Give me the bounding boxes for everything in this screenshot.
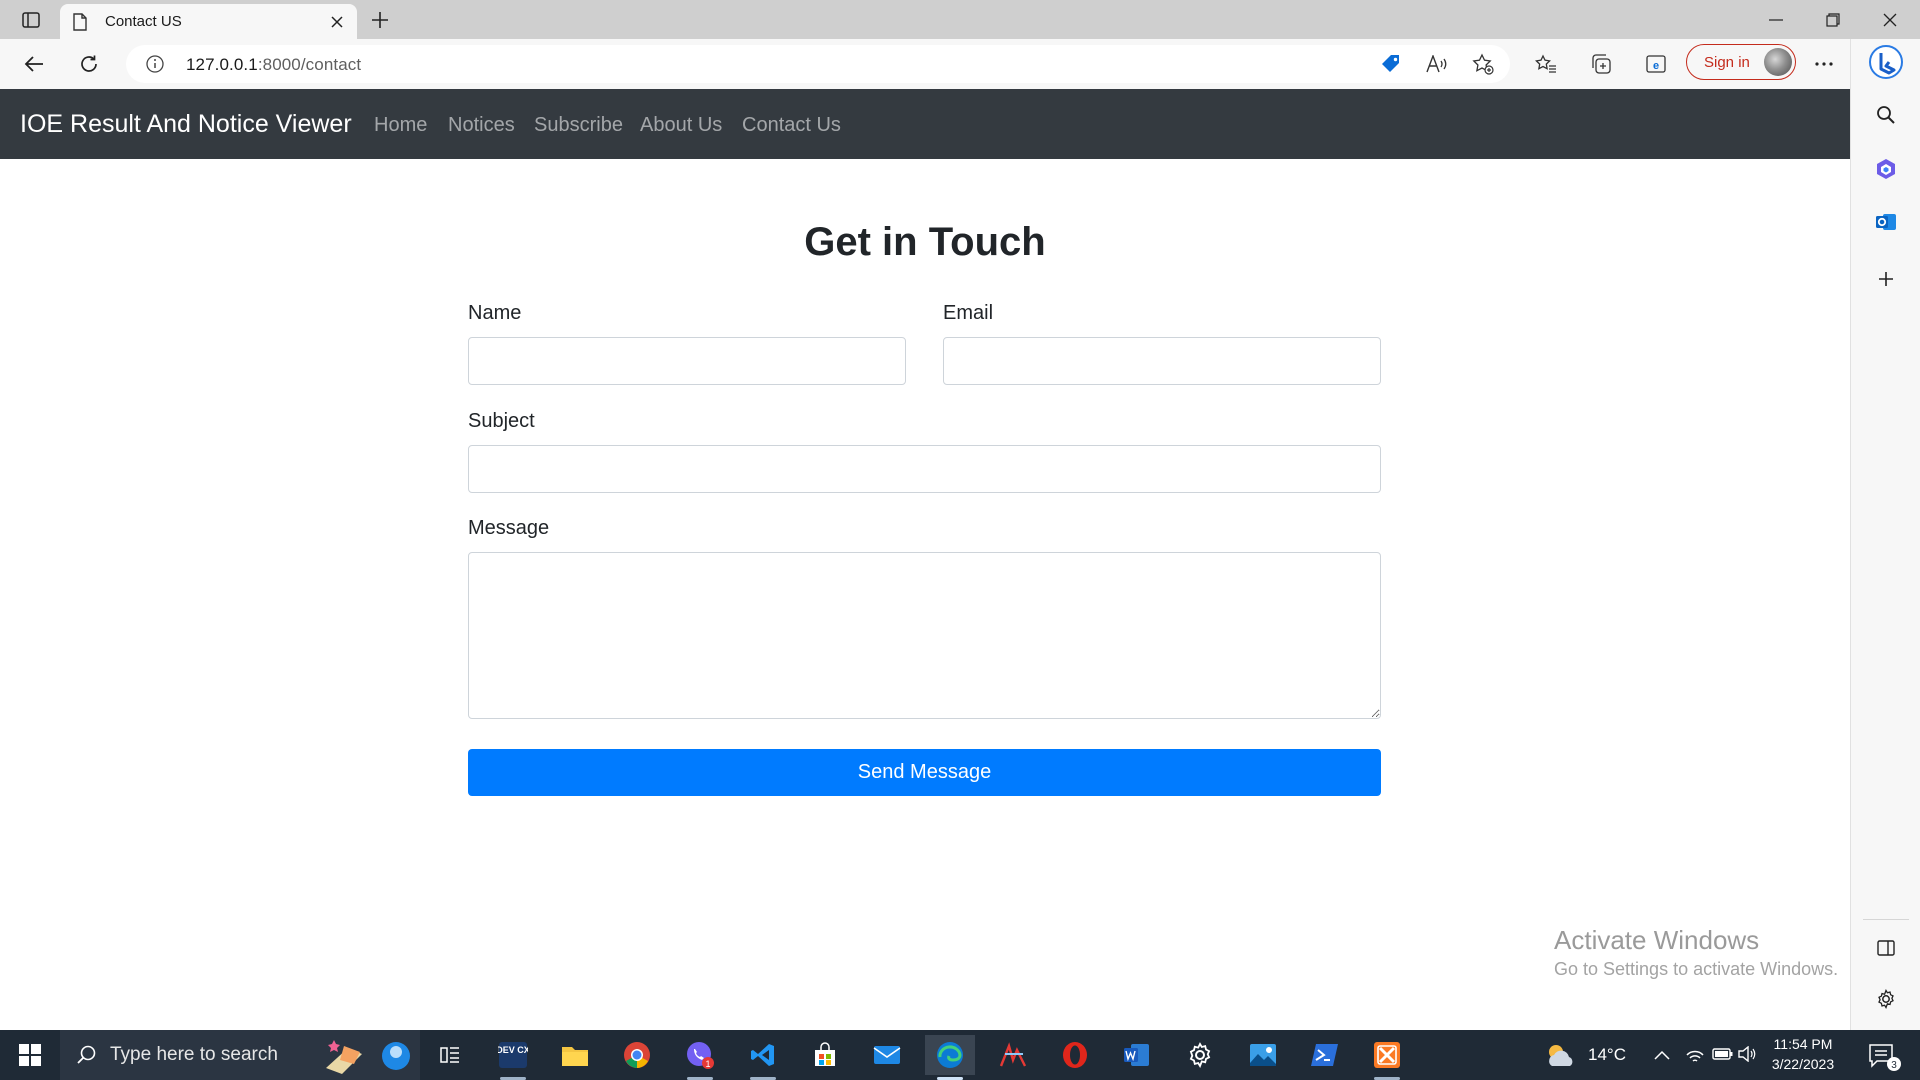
photos-icon[interactable] — [1238, 1035, 1288, 1075]
task-view-icon[interactable] — [425, 1035, 475, 1075]
taskbar-search-placeholder: Type here to search — [110, 1044, 278, 1065]
site-navbar: IOE Result And Notice Viewer Home Notice… — [0, 89, 1850, 159]
browser-sidebar — [1850, 39, 1920, 1030]
restore-icon[interactable] — [1805, 0, 1861, 39]
bing-chat-icon[interactable] — [1869, 45, 1903, 79]
outlook-icon[interactable] — [1869, 205, 1903, 239]
refresh-icon[interactable] — [73, 48, 105, 80]
sidebar-divider — [1863, 919, 1909, 920]
shopping-tag-icon[interactable] — [1378, 51, 1404, 77]
browser-tab-strip: Contact US — [0, 0, 1920, 39]
nav-link-home[interactable]: Home — [374, 114, 427, 137]
nav-link-subscribe[interactable]: Subscribe — [534, 114, 623, 137]
office-icon[interactable] — [1869, 152, 1903, 186]
ie-mode-icon[interactable]: e — [1640, 48, 1672, 80]
volume-icon[interactable] — [1738, 1045, 1756, 1067]
svg-text:3: 3 — [1891, 1060, 1897, 1071]
word-icon[interactable] — [1112, 1035, 1162, 1075]
temperature-text: 14°C — [1588, 1045, 1626, 1064]
read-aloud-icon[interactable] — [1424, 51, 1450, 77]
svg-text:1: 1 — [705, 1059, 710, 1069]
powershell-icon[interactable] — [1300, 1035, 1350, 1075]
devcx-app-icon[interactable]: DEV CX — [488, 1035, 538, 1080]
activate-windows-subtitle: Go to Settings to activate Windows. — [1554, 959, 1839, 979]
settings-more-icon[interactable] — [1808, 48, 1840, 80]
screen: Contact US 127.0.0.1:8000/contact e Sign… — [0, 0, 1920, 1080]
taskbar-search-box[interactable]: Type here to search — [60, 1030, 420, 1080]
nav-link-notices[interactable]: Notices — [448, 114, 515, 137]
sign-in-button[interactable]: Sign in — [1686, 44, 1796, 80]
minimize-icon[interactable] — [1748, 0, 1804, 39]
close-window-icon[interactable] — [1862, 0, 1918, 39]
show-hidden-icons-icon[interactable] — [1654, 1047, 1670, 1065]
profile-avatar — [1764, 48, 1792, 76]
page-title: Get in Touch — [804, 220, 1046, 264]
microsoft-store-icon[interactable] — [800, 1035, 850, 1075]
sidebar-settings-icon[interactable] — [1869, 982, 1903, 1016]
xampp-icon[interactable] — [1362, 1035, 1412, 1080]
mail-icon[interactable] — [862, 1035, 912, 1075]
browser-toolbar: 127.0.0.1:8000/contact e Sign in — [0, 39, 1920, 89]
windows-taskbar: Type here to search DEV CX 1 14°C 11:54 … — [0, 1030, 1920, 1080]
weather-icon[interactable] — [1544, 1042, 1576, 1073]
email-field[interactable] — [943, 337, 1381, 385]
wifi-icon[interactable] — [1686, 1045, 1704, 1068]
collections-icon[interactable] — [1585, 48, 1617, 80]
activate-windows-title: Activate Windows — [1554, 925, 1760, 955]
name-label: Name — [468, 302, 522, 324]
svg-text:DEV CX: DEV CX — [498, 1045, 528, 1055]
taskbar-search-icon — [76, 1044, 98, 1071]
send-message-button[interactable]: Send Message — [468, 749, 1381, 796]
search-highlight-icon — [322, 1034, 412, 1076]
clock-date: 3/22/2023 — [1771, 1056, 1835, 1072]
sidebar-search-icon[interactable] — [1869, 98, 1903, 132]
viber-icon[interactable]: 1 — [675, 1035, 725, 1080]
battery-icon[interactable] — [1712, 1047, 1734, 1066]
new-tab-icon[interactable] — [366, 7, 394, 33]
subject-field[interactable] — [468, 445, 1381, 493]
add-favorite-icon[interactable] — [1470, 51, 1496, 77]
add-sidebar-app-icon[interactable] — [1869, 262, 1903, 296]
favorites-icon[interactable] — [1530, 48, 1562, 80]
back-icon[interactable] — [18, 48, 50, 80]
email-label: Email — [943, 302, 994, 324]
file-explorer-icon[interactable] — [550, 1035, 600, 1075]
nav-link-about-us[interactable]: About Us — [640, 114, 722, 137]
message-textarea[interactable] — [468, 552, 1381, 719]
url-text: 127.0.0.1:8000/contact — [186, 55, 362, 74]
page-content: Get in Touch Name Email Subject Message … — [0, 159, 1850, 1030]
split-screen-icon[interactable] — [1869, 931, 1903, 965]
address-bar[interactable]: 127.0.0.1:8000/contact — [126, 45, 1510, 83]
settings-app-icon[interactable] — [1175, 1035, 1225, 1075]
notifications-icon[interactable]: 3 — [1868, 1042, 1902, 1077]
nav-link-contact-us[interactable]: Contact Us — [742, 114, 841, 137]
tab-title: Contact US — [105, 13, 182, 30]
site-info-icon[interactable] — [146, 55, 164, 78]
taskbar-clock[interactable]: 11:54 PM 3/22/2023 — [1760, 1034, 1846, 1074]
chrome-icon[interactable] — [612, 1035, 662, 1075]
graph-app-icon[interactable] — [988, 1035, 1038, 1075]
browser-tab-active[interactable]: Contact US — [60, 4, 357, 39]
windows-start-icon[interactable] — [0, 1030, 60, 1080]
subject-label: Subject — [468, 410, 535, 432]
svg-text:e: e — [1653, 60, 1659, 72]
tab-close-icon[interactable] — [327, 12, 347, 32]
message-label: Message — [468, 517, 550, 539]
name-field[interactable] — [468, 337, 906, 385]
opera-icon[interactable] — [1050, 1035, 1100, 1075]
vscode-icon[interactable] — [738, 1035, 788, 1080]
edge-icon[interactable] — [925, 1035, 975, 1080]
clock-time: 11:54 PM — [1773, 1036, 1833, 1052]
tab-actions-icon[interactable] — [14, 7, 48, 33]
site-brand[interactable]: IOE Result And Notice Viewer — [20, 110, 352, 139]
page-icon — [73, 13, 87, 36]
